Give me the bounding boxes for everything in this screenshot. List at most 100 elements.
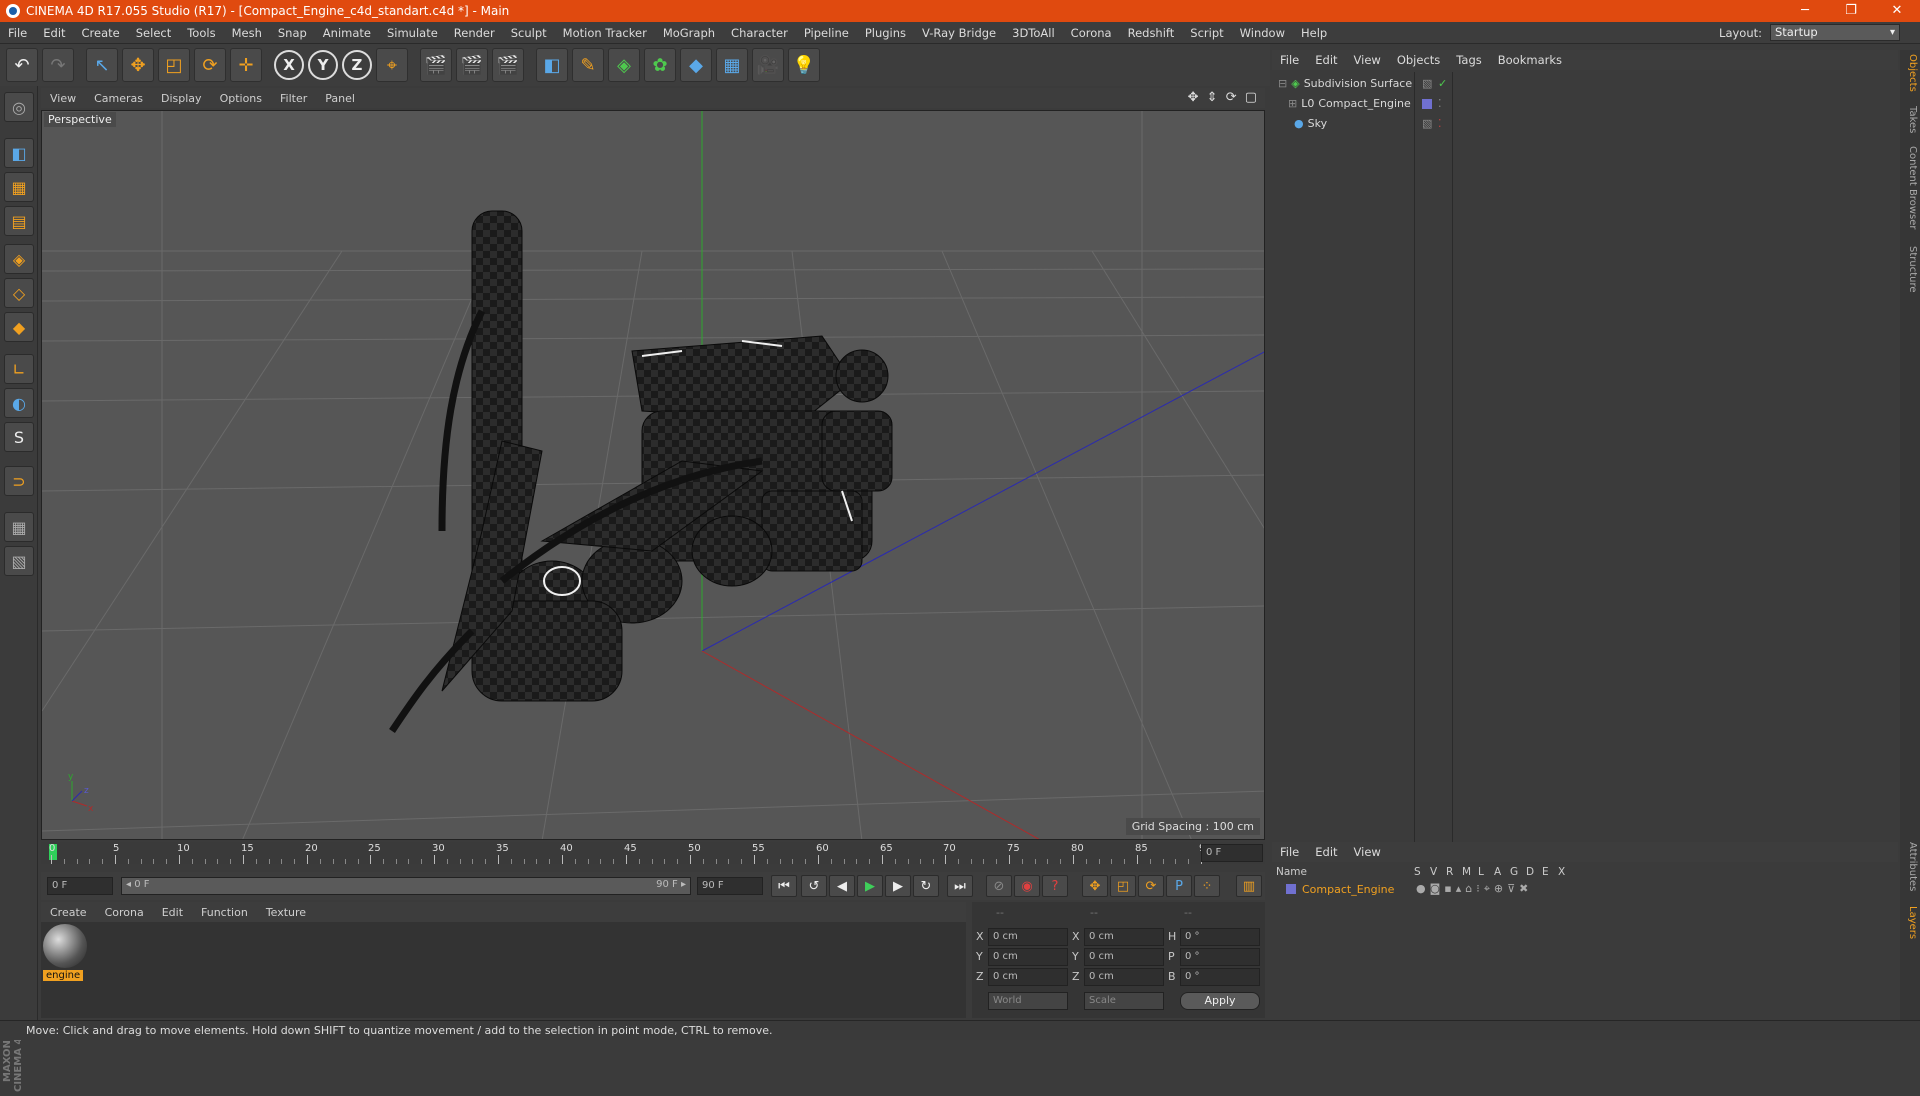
tab-takes[interactable]: Takes [1902, 106, 1918, 133]
menu-tools[interactable]: Tools [179, 26, 223, 40]
grid-lock-icon[interactable]: ▦ [4, 512, 34, 542]
enabled-check-icon[interactable]: ✓ [1438, 77, 1447, 90]
3d-viewport[interactable]: y x z Perspective Grid Spacing : 100 cm [41, 110, 1265, 840]
position-y-field[interactable]: 0 cm [988, 948, 1068, 966]
menu-redshift[interactable]: Redshift [1120, 26, 1183, 40]
model-mode-icon[interactable]: ◧ [4, 138, 34, 168]
menu-plugins[interactable]: Plugins [857, 26, 914, 40]
menu-animate[interactable]: Animate [315, 26, 379, 40]
material-menu-corona[interactable]: Corona [96, 906, 153, 919]
menu-snap[interactable]: Snap [270, 26, 315, 40]
menu-corona[interactable]: Corona [1063, 26, 1120, 40]
auto-key-icon[interactable]: ◉ [1014, 875, 1040, 897]
play-icon[interactable]: ▶ [857, 875, 883, 897]
layout-dropdown[interactable]: Startup [1770, 24, 1900, 41]
previous-frame-icon[interactable]: ◀ [829, 875, 855, 897]
key-scale-icon[interactable]: ◰ [1110, 875, 1136, 897]
keyframe-selection-icon[interactable]: ? [1042, 875, 1068, 897]
edges-mode-icon[interactable]: ◇ [4, 278, 34, 308]
axis-mode-icon[interactable]: ∟ [4, 354, 34, 384]
x-axis-lock-icon[interactable]: X [274, 50, 304, 80]
subdivision-surface-icon[interactable]: ◈ [608, 48, 640, 82]
z-axis-lock-icon[interactable]: Z [342, 50, 372, 80]
key-parameter-icon[interactable]: P [1166, 875, 1192, 897]
make-editable-icon[interactable]: ◎ [4, 92, 34, 122]
viewport-menu-cameras[interactable]: Cameras [85, 92, 152, 105]
material-menu-texture[interactable]: Texture [257, 906, 315, 919]
polygons-mode-icon[interactable]: ◆ [4, 312, 34, 342]
tab-objects[interactable]: Objects [1902, 54, 1918, 92]
workplane-mode-icon[interactable]: ▤ [4, 206, 34, 236]
menu-help[interactable]: Help [1293, 26, 1335, 40]
objects-menu-file[interactable]: File [1272, 53, 1307, 67]
tweak-mode-icon[interactable]: ◐ [4, 388, 34, 418]
next-frame-icon[interactable]: ▶ [885, 875, 911, 897]
menu-create[interactable]: Create [74, 26, 128, 40]
restore-button[interactable]: ❐ [1828, 0, 1874, 22]
redo-icon[interactable]: ↷ [42, 48, 74, 82]
menu-file[interactable]: File [0, 26, 35, 40]
current-frame-field[interactable]: 0 F [1201, 844, 1263, 862]
layers-menu-view[interactable]: View [1346, 845, 1389, 859]
tab-attributes[interactable]: Attributes [1902, 842, 1918, 891]
rotation-b-field[interactable]: 0 ° [1180, 968, 1260, 986]
record-keys-icon[interactable]: ⊘ [986, 875, 1012, 897]
layer-name[interactable]: Compact_Engine [1302, 883, 1394, 896]
material-menu-edit[interactable]: Edit [153, 906, 192, 919]
workplane-lock-icon[interactable]: ▧ [4, 546, 34, 576]
texture-mode-icon[interactable]: ▦ [4, 172, 34, 202]
apply-button[interactable]: Apply [1180, 992, 1260, 1010]
viewport-navigation-icons[interactable]: ✥ ⇕ ⟳ ▢ [1188, 90, 1259, 105]
size-z-field[interactable]: 0 cm [1084, 968, 1164, 986]
visibility-dots-icon[interactable]: ⁚ [1438, 117, 1442, 130]
menu-select[interactable]: Select [128, 26, 179, 40]
expand-icon[interactable]: ⊞ [1288, 97, 1297, 110]
timeline-window-icon[interactable]: ▥ [1236, 875, 1262, 897]
menu-sculpt[interactable]: Sculpt [503, 26, 555, 40]
layer-row[interactable]: Compact_Engine ●◙▪▴⌂⁝⌖⊕⊽✖ [1272, 880, 1898, 898]
render-view-icon[interactable]: 🎬 [420, 48, 452, 82]
snap-icon[interactable]: S [4, 422, 34, 452]
y-axis-lock-icon[interactable]: Y [308, 50, 338, 80]
layers-menu-edit[interactable]: Edit [1307, 845, 1345, 859]
points-mode-icon[interactable]: ◈ [4, 244, 34, 274]
menu-motion-tracker[interactable]: Motion Tracker [555, 26, 655, 40]
previous-key-icon[interactable]: ↺ [801, 875, 827, 897]
menu-character[interactable]: Character [723, 26, 796, 40]
object-name[interactable]: Subdivision Surface [1304, 77, 1412, 90]
coordinate-system-icon[interactable]: ⌖ [376, 48, 408, 82]
material-menu-function[interactable]: Function [192, 906, 257, 919]
menu-render[interactable]: Render [446, 26, 503, 40]
menu-simulate[interactable]: Simulate [379, 26, 446, 40]
position-x-field[interactable]: 0 cm [988, 928, 1068, 946]
size-x-field[interactable]: 0 cm [1084, 928, 1164, 946]
light-icon[interactable]: 💡 [788, 48, 820, 82]
deformer-icon[interactable]: ◆ [680, 48, 712, 82]
viewport-menu-panel[interactable]: Panel [316, 92, 364, 105]
cube-object-icon[interactable]: ◧ [536, 48, 568, 82]
render-settings-icon[interactable]: 🎬 [492, 48, 524, 82]
tab-content-browser[interactable]: Content Browser [1902, 146, 1918, 229]
close-button[interactable]: ✕ [1874, 0, 1920, 22]
menu-script[interactable]: Script [1182, 26, 1231, 40]
viewport-menu-options[interactable]: Options [211, 92, 271, 105]
start-frame-field[interactable]: 0 F [47, 877, 113, 895]
go-to-end-icon[interactable]: ⏭ [947, 875, 973, 897]
floor-icon[interactable]: ▦ [716, 48, 748, 82]
rotation-h-field[interactable]: 0 ° [1180, 928, 1260, 946]
magnet-icon[interactable]: ⊃ [4, 466, 34, 496]
viewport-menu-display[interactable]: Display [152, 92, 211, 105]
material-name-engine[interactable]: engine [43, 970, 84, 981]
end-frame-field[interactable]: 90 F [697, 877, 763, 895]
live-selection-icon[interactable]: ✛ [230, 48, 262, 82]
key-position-icon[interactable]: ✥ [1082, 875, 1108, 897]
select-tool-icon[interactable]: ↖ [86, 48, 118, 82]
layers-menu-file[interactable]: File [1272, 845, 1307, 859]
move-tool-icon[interactable]: ✥ [122, 48, 154, 82]
layer-color-swatch[interactable] [1422, 98, 1432, 109]
objects-menu-objects[interactable]: Objects [1389, 53, 1448, 67]
rotation-p-field[interactable]: 0 ° [1180, 948, 1260, 966]
objects-menu-bookmarks[interactable]: Bookmarks [1490, 53, 1570, 67]
visibility-icon[interactable]: ▧ [1422, 117, 1432, 130]
visibility-icon[interactable]: ▧ [1422, 77, 1432, 90]
